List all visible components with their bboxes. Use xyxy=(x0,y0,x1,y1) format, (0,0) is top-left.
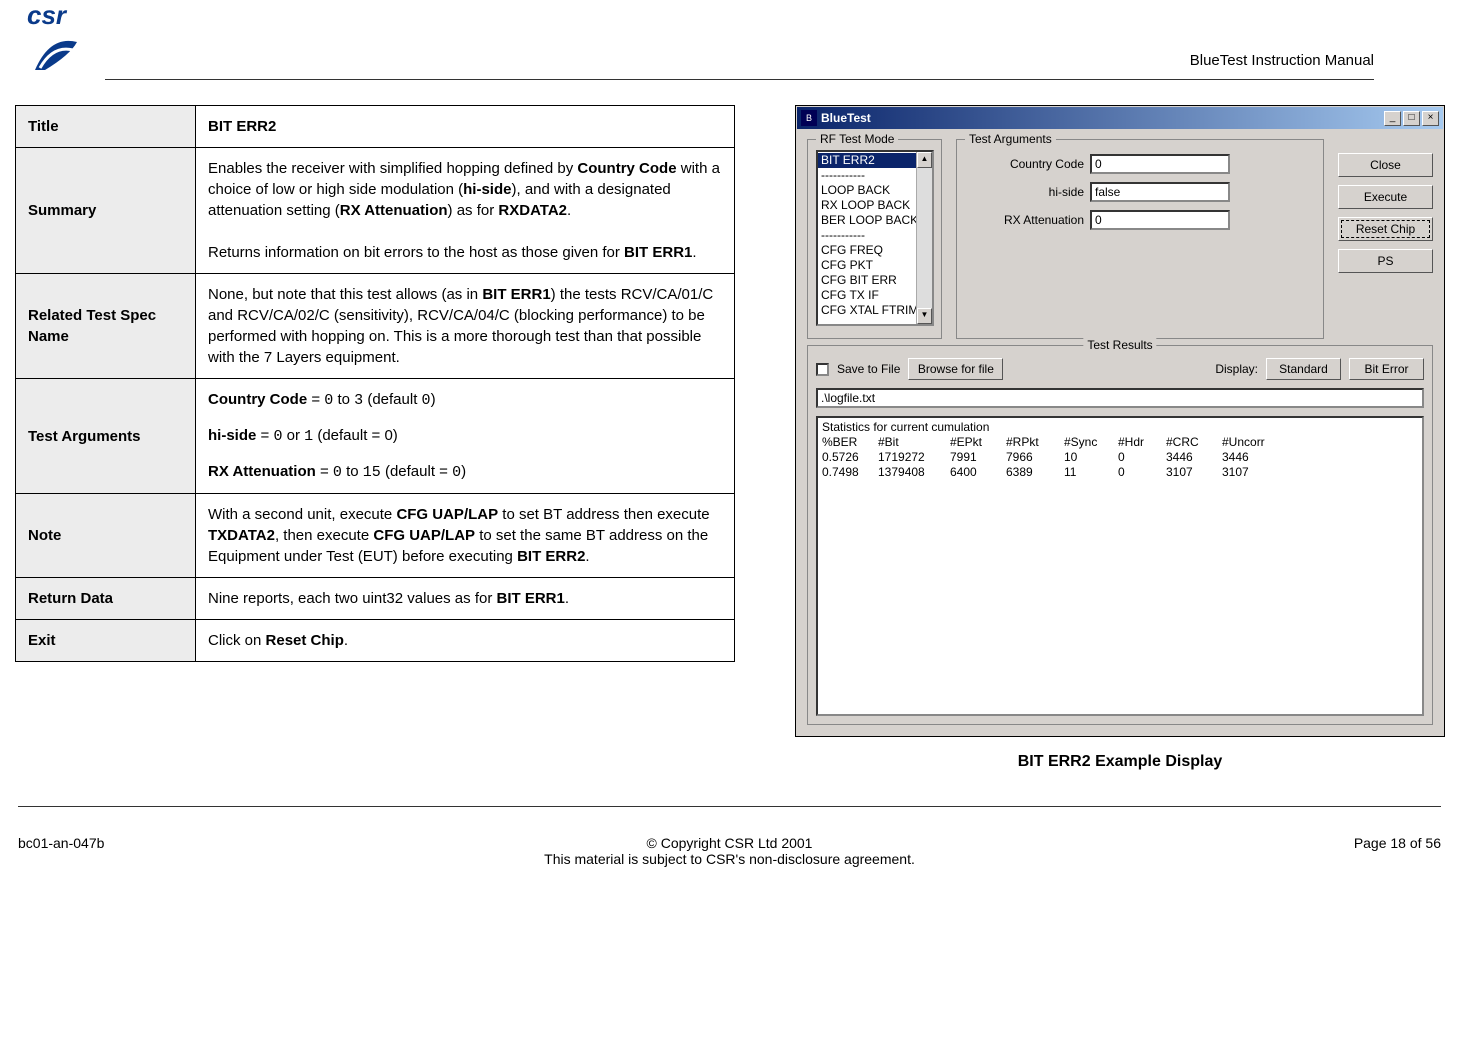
standard-button[interactable]: Standard xyxy=(1266,358,1341,380)
list-item[interactable]: ----------- xyxy=(818,168,932,183)
titlebar[interactable]: B BlueTest _ □ × xyxy=(797,107,1443,129)
maximize-button[interactable]: □ xyxy=(1403,111,1420,126)
list-item[interactable]: LOOP BACK xyxy=(818,183,932,198)
footer-copyright: © Copyright CSR Ltd 2001 xyxy=(218,835,1241,851)
country-code-input[interactable]: 0 xyxy=(1090,154,1230,174)
rf-listbox[interactable]: BIT ERR2-----------LOOP BACKRX LOOP BACK… xyxy=(816,150,934,326)
reset-chip-button[interactable]: Reset Chip xyxy=(1338,217,1433,241)
args-label: Test Arguments xyxy=(16,379,196,494)
return-label: Return Data xyxy=(16,578,196,620)
bluetest-window: B BlueTest _ □ × RF Test Mode BIT ERR2--… xyxy=(795,105,1445,737)
stats-header-cell: #Bit xyxy=(878,435,950,450)
stats-title: Statistics for current cumulation xyxy=(822,420,1418,435)
stats-header-cell: #RPkt xyxy=(1006,435,1064,450)
stats-header-cell: %BER xyxy=(822,435,878,450)
results-group-label: Test Results xyxy=(1083,338,1156,352)
list-item[interactable]: RX LOOP BACK xyxy=(818,198,932,213)
logfile-path-input[interactable]: .\logfile.txt xyxy=(816,388,1424,408)
stats-header-cell: #EPkt xyxy=(950,435,1006,450)
execute-button[interactable]: Execute xyxy=(1338,185,1433,209)
return-value: Nine reports, each two uint32 values as … xyxy=(196,578,735,620)
titlebar-text: BlueTest xyxy=(821,111,1384,125)
list-item[interactable]: CFG TX IF xyxy=(818,288,932,303)
browse-button[interactable]: Browse for file xyxy=(908,358,1003,380)
list-item[interactable]: CFG BIT ERR xyxy=(818,273,932,288)
rf-test-mode-group: RF Test Mode BIT ERR2-----------LOOP BAC… xyxy=(807,139,942,339)
country-code-label: Country Code xyxy=(965,157,1090,171)
listbox-scrollbar[interactable]: ▲ ▼ xyxy=(916,152,932,324)
note-label: Note xyxy=(16,494,196,578)
scroll-down-button[interactable]: ▼ xyxy=(917,308,932,324)
rx-attenuation-label: RX Attenuation xyxy=(965,213,1090,227)
list-item[interactable]: BER LOOP BACK xyxy=(818,213,932,228)
close-window-button[interactable]: × xyxy=(1422,111,1439,126)
stats-header-cell: #Hdr xyxy=(1118,435,1166,450)
list-item[interactable]: BIT ERR2 xyxy=(818,153,932,168)
stats-row: 0.572617192727991796610034463446 xyxy=(822,450,1418,465)
list-item[interactable]: CFG XTAL FTRIM xyxy=(818,303,932,318)
list-item[interactable]: ----------- xyxy=(818,228,932,243)
exit-value: Click on Reset Chip. xyxy=(196,620,735,662)
title-label: Title xyxy=(16,106,196,148)
page-header: csr BlueTest Instruction Manual xyxy=(105,0,1374,80)
footer-left: bc01-an-047b xyxy=(18,835,218,867)
args-group-label: Test Arguments xyxy=(965,132,1056,146)
bit-error-button[interactable]: Bit Error xyxy=(1349,358,1424,380)
stats-header-cell: #CRC xyxy=(1166,435,1222,450)
svg-text:csr: csr xyxy=(27,0,68,30)
scroll-up-button[interactable]: ▲ xyxy=(917,152,932,168)
test-results-group: Test Results Save to File Browse for fil… xyxy=(807,345,1433,725)
footer-page: Page 18 of 56 xyxy=(1241,835,1441,867)
csr-logo: csr xyxy=(15,0,95,80)
ps-button[interactable]: PS xyxy=(1338,249,1433,273)
exit-label: Exit xyxy=(16,620,196,662)
figure-caption: BIT ERR2 Example Display xyxy=(1018,753,1223,771)
stats-header-cell: #Uncorr xyxy=(1222,435,1282,450)
args-value: Country Code = 0 to 3 (default 0)hi-side… xyxy=(196,379,735,494)
minimize-button[interactable]: _ xyxy=(1384,111,1401,126)
test-arguments-group: Test Arguments Country Code 0 hi-side fa… xyxy=(956,139,1324,339)
title-value: BIT ERR2 xyxy=(208,118,276,135)
summary-value: Enables the receiver with simplified hop… xyxy=(196,148,735,274)
rx-attenuation-input[interactable]: 0 xyxy=(1090,210,1230,230)
spec-table: Title BIT ERR2 Summary Enables the recei… xyxy=(15,105,735,662)
display-label: Display: xyxy=(1215,362,1258,376)
rf-group-label: RF Test Mode xyxy=(816,132,898,146)
summary-label: Summary xyxy=(16,148,196,274)
app-icon: B xyxy=(801,110,817,126)
stats-row: 0.749813794086400638911031073107 xyxy=(822,465,1418,480)
footer-nda: This material is subject to CSR's non-di… xyxy=(218,851,1241,867)
save-to-file-checkbox[interactable] xyxy=(816,363,829,376)
hi-side-label: hi-side xyxy=(965,185,1090,199)
page-footer: bc01-an-047b © Copyright CSR Ltd 2001 Th… xyxy=(18,806,1441,877)
save-to-file-label: Save to File xyxy=(837,362,900,376)
list-item[interactable]: CFG FREQ xyxy=(818,243,932,258)
hi-side-input[interactable]: false xyxy=(1090,182,1230,202)
stats-area[interactable]: Statistics for current cumulation %BER#B… xyxy=(816,416,1424,716)
document-title: BlueTest Instruction Manual xyxy=(1190,52,1374,69)
related-value: None, but note that this test allows (as… xyxy=(196,274,735,379)
related-label: Related Test Spec Name xyxy=(16,274,196,379)
note-value: With a second unit, execute CFG UAP/LAP … xyxy=(196,494,735,578)
close-button[interactable]: Close xyxy=(1338,153,1433,177)
list-item[interactable]: CFG PKT xyxy=(818,258,932,273)
stats-header-cell: #Sync xyxy=(1064,435,1118,450)
